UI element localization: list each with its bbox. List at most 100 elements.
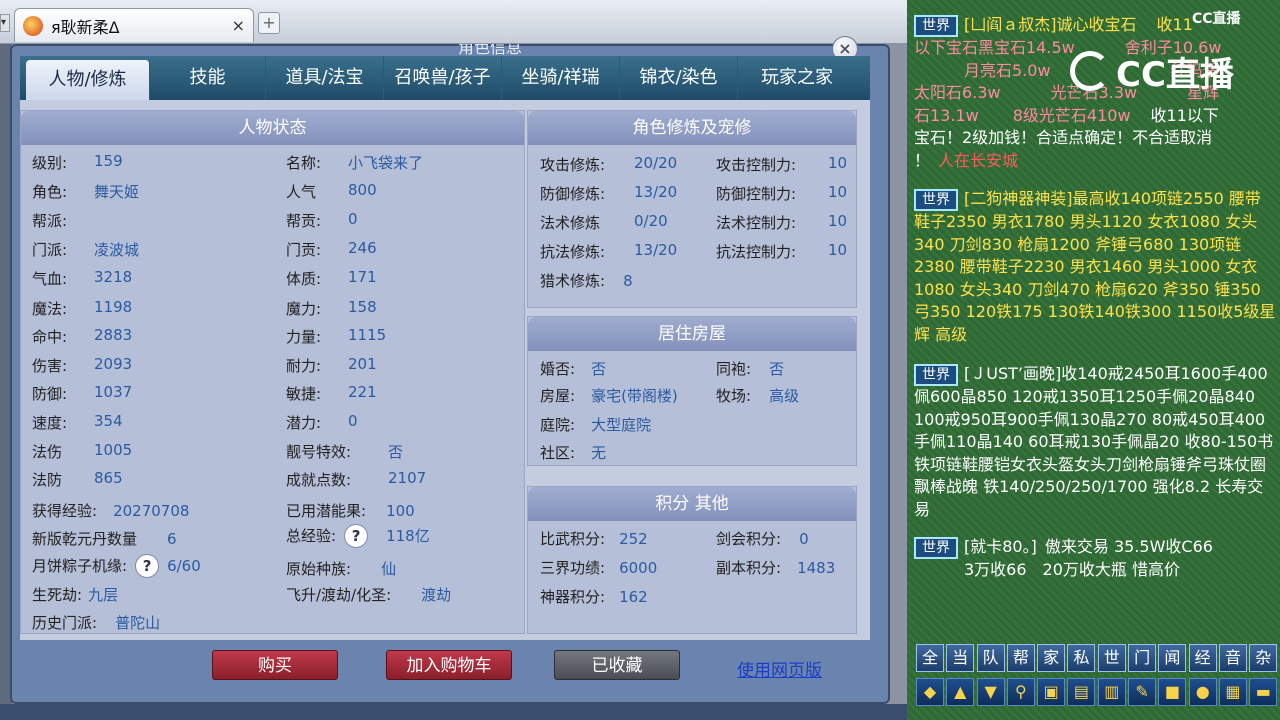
control-label: 抗法控制力: [716,243,797,261]
exp-label: 获得经验: [32,502,98,520]
tab-home[interactable]: 玩家之家 [738,56,856,100]
status-row-left: 帮派: [32,210,67,231]
channel-tab[interactable]: 家 [1037,644,1066,672]
tab-list-arrow[interactable]: ▾ [0,14,10,32]
add-to-cart-button[interactable]: 加入购物车 [386,650,512,680]
moon-value: 6/60 [167,557,201,575]
status-row-right: 门贡: 246 [286,239,377,260]
marry-row: 婚否: 否 [540,358,606,379]
stat-value: 865 [94,469,123,487]
channel-tab[interactable]: 门 [1128,644,1157,672]
chat-tool-icon[interactable]: ◆ [916,678,944,706]
stat-label: 命中: [32,328,68,346]
chat-message-2: 世界 [二狗神器神装]最高收140项链2550 腰带鞋子2350 男衣1780 男… [914,188,1276,346]
buy-button[interactable]: 购买 [212,650,338,680]
merit-row: 三界功绩: 6000 [540,557,657,578]
world-badge: 世界 [914,364,958,386]
tab-items[interactable]: 道具/法宝 [266,56,384,100]
status-row-right: 敏捷: 221 [286,383,377,404]
channel-tab[interactable]: 队 [976,644,1005,672]
stat-label: 防御: [32,385,68,403]
help-icon[interactable]: ? [344,524,369,548]
qian-label: 新版乾元丹数量 [32,530,138,548]
chat-tool-icon[interactable]: ✎ [1128,678,1157,706]
favorited-button[interactable]: 已收藏 [554,650,680,680]
channel-tab[interactable]: 杂 [1249,644,1278,672]
cc-live-logo: CC直播 [1070,46,1240,96]
channel-tab[interactable]: 音 [1218,644,1247,672]
web-version-link[interactable]: 使用网页版 [737,656,822,681]
message-text: 8级光芒石410w [1012,105,1131,125]
channel-tab[interactable]: 全 [916,644,944,672]
moon-row: 月饼粽子机缘:? 6/60 [32,554,201,578]
tab-character[interactable]: 人物/修炼 [26,60,150,100]
sender-name[interactable]: [ＪUST’画晚] [964,364,1061,383]
race-value: 仙 [381,560,397,578]
browser-tab[interactable]: я耿新柔Δ × [14,8,254,42]
chat-tool-icon[interactable]: ▤ [1067,678,1096,706]
message-text: 收11 [1156,15,1193,34]
channel-tab[interactable]: 经 [1188,644,1217,672]
tab-costume[interactable]: 锦衣/染色 [620,56,738,100]
stat-label: 伤害: [32,357,68,375]
hunt-label: 猎术修炼: [540,272,606,290]
robe-value: 否 [769,360,785,378]
cult-value: 13/20 [634,183,678,201]
tab-mounts[interactable]: 坐骑/祥瑞 [502,56,620,100]
cult-label: 抗法修炼: [540,243,606,261]
total-label: 总经验: [286,527,337,545]
stat-label: 法防 [32,471,63,489]
channel-tab[interactable]: 私 [1067,644,1096,672]
chat-tool-icon[interactable]: ▬ [1249,678,1278,706]
tab-skills[interactable]: 技能 [150,56,266,100]
tab-pets[interactable]: 召唤兽/孩子 [384,56,502,100]
chat-tool-icon[interactable]: ▼ [976,678,1005,706]
chat-tool-icon[interactable]: ▥ [1097,678,1126,706]
status-row-left: 门派: 凌波城 [32,239,139,260]
sender-name[interactable]: [凵阎ａ叔杰] [964,15,1057,34]
channel-tab[interactable]: 世 [1097,644,1126,672]
status-row-left: 法防 865 [32,469,123,490]
new-tab-button[interactable]: + [258,12,280,34]
chat-tool-icon[interactable]: ⚲ [1006,678,1035,706]
message-text: 以下宝石黑宝石14.5w [914,38,1075,57]
stat-label: 角色: [32,183,68,201]
control-value: 10 [828,183,848,201]
chat-message-3: 世界 [ＪUST’画晚]收140戒2450耳1600手400佩600晶850 12… [914,363,1276,521]
channel-tab[interactable]: 帮 [1006,644,1035,672]
sender-name[interactable]: [二狗神器神装] [964,189,1073,208]
message-text: 石13.1w [914,105,979,125]
chat-tool-icon[interactable]: ● [1188,678,1217,706]
stat-value: 158 [348,298,377,316]
channel-tab[interactable]: 当 [946,644,975,672]
category-tabs: 人物/修炼 技能 道具/法宝 召唤兽/孩子 坐骑/祥瑞 锦衣/染色 玩家之家 [20,56,870,100]
world-badge: 世界 [914,189,958,211]
stat-label: 门派: [32,241,68,259]
ranch-value: 高级 [769,387,800,405]
chat-tool-icon[interactable]: ▣ [1037,678,1066,706]
moon-label: 月饼粽子机缘: [32,557,128,575]
stat-label: 气血: [32,270,68,288]
sender-name[interactable]: [就卡80。] [964,537,1037,556]
status-row-left: 气血: 3218 [32,268,132,289]
life-row: 生死劫: 九层 [32,584,118,605]
message-text: 3万收66 20万收大瓶 惜高价 [964,560,1180,579]
stat-value: 2883 [94,326,133,344]
stat-label: 门贡: [286,241,322,259]
chat-message-4: 世界 [就卡80。] 傲来交易 35.5W收C66 3万收66 20万收大瓶 惜高价 [914,536,1276,582]
cult-label: 防御修炼: [540,185,606,203]
houseinfo-row: 房屋: 豪宅(带阁楼) [540,385,678,406]
race-row: 原始种族: 仙 [286,558,396,579]
chat-tool-icon[interactable]: ▦ [1218,678,1247,706]
channel-tab[interactable]: 闻 [1158,644,1187,672]
chat-tool-icon[interactable]: ▲ [946,678,975,706]
stat-value: 2093 [94,355,133,373]
pk-row: 比武积分: 252 [540,528,648,549]
marry-label: 婚否: [540,360,576,378]
robe-row: 同袍: 否 [716,358,784,379]
stat-value: 354 [94,412,123,430]
chat-tool-icon[interactable]: ■ [1158,678,1187,706]
tab-close-icon[interactable]: × [232,16,245,35]
help-icon[interactable]: ? [135,554,160,578]
status-row-right: 人气 800 [286,181,377,202]
